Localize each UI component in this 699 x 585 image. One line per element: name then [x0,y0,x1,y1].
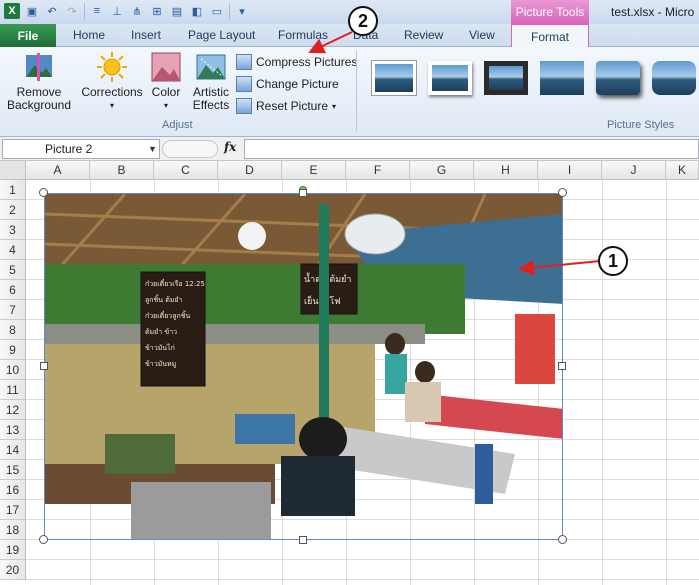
callout-2: 2 [348,6,378,36]
callout-1: 1 [598,246,628,276]
callout-1-arrow [518,259,601,276]
callout-2-arrow [308,31,353,54]
annotation-arrows [308,31,601,276]
